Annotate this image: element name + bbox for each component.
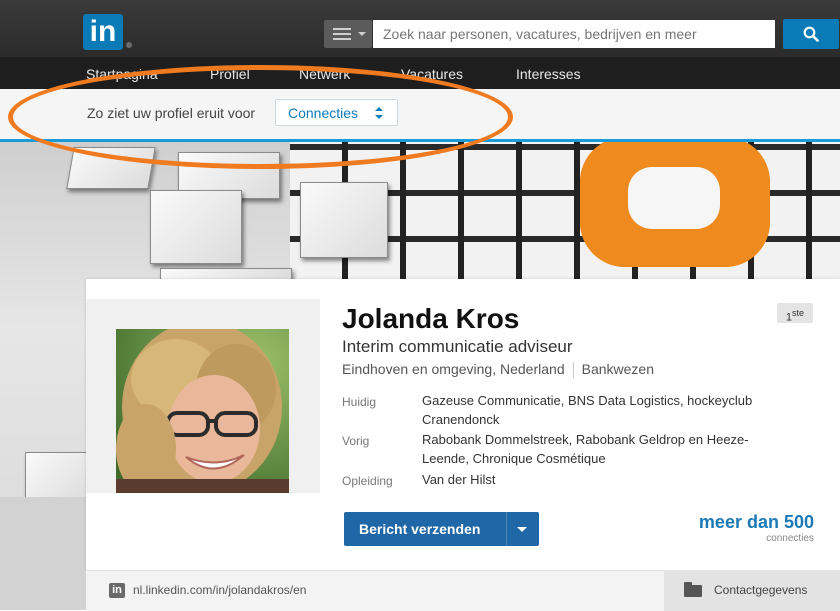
profile-card: Jolanda Kros Interim communicatie advise… bbox=[86, 279, 840, 570]
sort-arrows-icon bbox=[375, 107, 383, 119]
banner-floor bbox=[0, 497, 90, 610]
search-input[interactable] bbox=[373, 20, 775, 48]
main-nav: Startpagina Profiel Netwerk Vacatures In… bbox=[0, 57, 840, 89]
row-label-previous: Vorig bbox=[342, 434, 370, 448]
profile-headline: Interim communicatie adviseur bbox=[342, 337, 573, 356]
row-value-current[interactable]: Gazeuse Communicatie, BNS Data Logistics… bbox=[422, 391, 772, 429]
public-profile-url[interactable]: nl.linkedin.com/in/jolandakros/en bbox=[133, 583, 306, 597]
degree-suffix: ste bbox=[792, 308, 805, 318]
logo-dot-icon bbox=[126, 42, 132, 48]
banner-cube bbox=[66, 147, 156, 189]
search-icon bbox=[803, 26, 819, 42]
contact-info-button[interactable]: Contactgegevens bbox=[664, 571, 840, 611]
row-label-education: Opleiding bbox=[342, 474, 393, 488]
row-value-education[interactable]: Van der Hilst bbox=[422, 470, 772, 489]
nav-item-startpagina[interactable]: Startpagina bbox=[86, 66, 158, 82]
contact-info-label: Contactgegevens bbox=[714, 583, 808, 597]
profile-photo-frame bbox=[86, 299, 320, 493]
profile-name: Jolanda Kros bbox=[342, 303, 520, 334]
profile-view-selected: Connecties bbox=[288, 105, 359, 121]
profile-view-select[interactable]: Connecties bbox=[275, 99, 398, 126]
row-label-current: Huidig bbox=[342, 395, 377, 409]
folder-icon bbox=[684, 582, 702, 597]
button-divider bbox=[506, 512, 507, 546]
menu-icon bbox=[333, 28, 351, 40]
nav-item-netwerk[interactable]: Netwerk bbox=[299, 66, 350, 82]
nav-item-vacatures[interactable]: Vacatures bbox=[401, 66, 463, 82]
profile-view-bar: Zo ziet uw profiel eruit voor Connecties bbox=[0, 89, 840, 139]
profile-industry[interactable]: Bankwezen bbox=[582, 361, 654, 377]
chevron-down-icon[interactable] bbox=[517, 527, 527, 532]
linkedin-icon: in bbox=[109, 583, 125, 598]
search-category-menu[interactable] bbox=[324, 20, 372, 48]
profile-location[interactable]: Eindhoven en omgeving, Nederland bbox=[342, 361, 565, 377]
banner-cube bbox=[150, 190, 242, 264]
connections-count: meer dan 500 bbox=[698, 512, 814, 532]
connection-degree-badge: 1ste bbox=[777, 303, 813, 324]
search-button[interactable] bbox=[783, 19, 839, 49]
meta-divider bbox=[572, 362, 574, 379]
profile-view-label: Zo ziet uw profiel eruit voor bbox=[87, 105, 256, 121]
profile-photo-image bbox=[116, 329, 289, 493]
row-value-previous[interactable]: Rabobank Dommelstreek, Rabobank Geldrop … bbox=[422, 430, 772, 468]
top-bar: in bbox=[0, 0, 840, 57]
send-message-button[interactable]: Bericht verzenden bbox=[344, 512, 539, 546]
nav-item-profiel[interactable]: Profiel bbox=[210, 66, 250, 82]
banner-orange-shape bbox=[580, 142, 770, 267]
linkedin-logo[interactable]: in bbox=[83, 14, 123, 50]
chevron-down-icon bbox=[358, 32, 366, 36]
send-message-label: Bericht verzenden bbox=[359, 521, 481, 537]
nav-item-interesses[interactable]: Interesses bbox=[516, 66, 581, 82]
profile-photo[interactable] bbox=[116, 329, 289, 493]
profile-meta: Eindhoven en omgeving, Nederland Bankweze… bbox=[342, 361, 654, 379]
banner-cube bbox=[300, 182, 388, 258]
connections-label: connecties bbox=[766, 533, 814, 544]
profile-footer: in nl.linkedin.com/in/jolandakros/en Con… bbox=[86, 570, 840, 611]
